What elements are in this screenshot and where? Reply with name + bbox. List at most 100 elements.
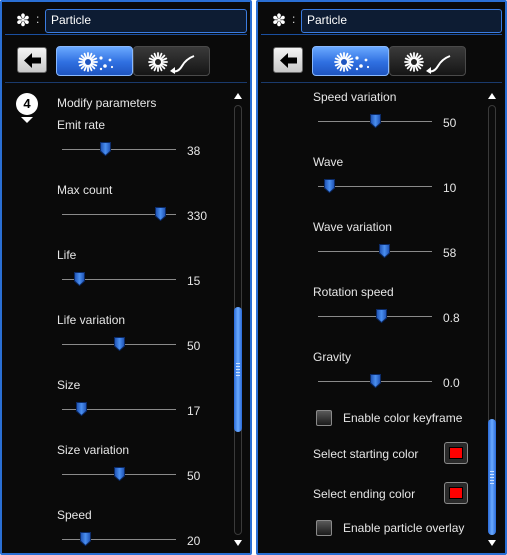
- particle-path-icon: [148, 52, 195, 74]
- slider-thumb[interactable]: [76, 402, 88, 417]
- tab-particle-path[interactable]: [133, 46, 210, 76]
- title-bar: ✽ : Particle: [5, 5, 247, 35]
- title-field[interactable]: Particle: [301, 9, 502, 33]
- slider-thumb[interactable]: [79, 532, 91, 547]
- param-label: Speed: [57, 508, 92, 522]
- scroll-down-icon[interactable]: [488, 540, 496, 546]
- particle-emitter-icon: [334, 52, 370, 72]
- slider-thumb[interactable]: [379, 244, 391, 259]
- scrollbar-grip: [236, 369, 240, 371]
- param-slider[interactable]: [62, 337, 176, 353]
- scrollbar-grip: [490, 473, 494, 475]
- scrollbar-grip: [490, 476, 494, 478]
- param-label: Speed variation: [313, 90, 397, 104]
- param-value: 50: [187, 469, 201, 483]
- slider-track[interactable]: [318, 251, 432, 252]
- param-slider[interactable]: [62, 402, 176, 418]
- title-colon: :: [292, 12, 296, 26]
- tab-particle-emitter[interactable]: [312, 46, 389, 76]
- slider-thumb[interactable]: [114, 337, 125, 352]
- particle-panel-left: ✽ : Particle 4 Modify parameters Emit ra…: [0, 0, 252, 555]
- enable-particle-overlay-label: Enable particle overlay: [343, 521, 465, 535]
- starting-color-button[interactable]: [444, 442, 468, 464]
- enable-color-keyframe-checkbox[interactable]: [316, 410, 332, 426]
- back-arrow-icon: [280, 53, 297, 68]
- param-slider[interactable]: [318, 114, 432, 130]
- parameters-list: Speed variation 50 Wave 10 Wave variation 58 R…: [258, 84, 505, 553]
- enable-color-keyframe-label: Enable color keyframe: [343, 411, 463, 425]
- scrollbar-grip: [236, 366, 240, 368]
- param-value: 58: [443, 246, 457, 260]
- snowflake-icon: ✽: [15, 11, 31, 30]
- scroll-up-icon[interactable]: [488, 93, 496, 99]
- select-ending-color-label: Select ending color: [313, 487, 416, 501]
- snowflake-icon: ✽: [271, 11, 287, 30]
- scrollbar-grip: [490, 470, 494, 472]
- param-label: Gravity: [313, 350, 352, 364]
- param-value: 0.0: [443, 376, 460, 390]
- tab-particle-emitter[interactable]: [56, 46, 133, 76]
- param-label: Wave variation: [313, 220, 392, 234]
- param-label: Max count: [57, 183, 113, 197]
- enable-particle-overlay-checkbox[interactable]: [316, 520, 332, 536]
- scrollbar-grip: [490, 479, 494, 481]
- particle-panel-right: ✽ : Particle Speed variation 50 Wave 10 …: [256, 0, 507, 555]
- scrollbar-thumb[interactable]: [488, 418, 496, 535]
- param-slider[interactable]: [318, 374, 432, 390]
- scrollbar-grip: [236, 375, 240, 377]
- param-slider[interactable]: [62, 272, 176, 288]
- back-button[interactable]: [273, 47, 303, 73]
- scroll-down-icon[interactable]: [234, 540, 242, 546]
- section-title: Modify parameters: [57, 96, 157, 110]
- starting-color-swatch: [449, 447, 463, 459]
- separator: [5, 82, 247, 83]
- parameters-list: 4 Modify parameters Emit rate 38 Max count…: [2, 84, 250, 553]
- scroll-up-icon[interactable]: [234, 93, 242, 99]
- param-slider[interactable]: [62, 142, 176, 158]
- title-field[interactable]: Particle: [45, 9, 247, 33]
- param-label: Size variation: [57, 443, 130, 457]
- toolbar: [2, 44, 250, 78]
- separator: [261, 82, 502, 83]
- param-label: Life variation: [57, 313, 126, 327]
- param-slider[interactable]: [62, 207, 176, 223]
- scrollbar-thumb[interactable]: [234, 307, 242, 432]
- slider-thumb[interactable]: [324, 179, 336, 194]
- param-label: Size: [57, 378, 81, 392]
- param-label: Emit rate: [57, 118, 106, 132]
- slider-thumb[interactable]: [375, 309, 387, 324]
- slider-track[interactable]: [62, 149, 176, 150]
- ending-color-swatch: [449, 487, 463, 499]
- param-value: 50: [187, 339, 201, 353]
- param-label: Life: [57, 248, 77, 262]
- param-slider[interactable]: [62, 467, 176, 483]
- slider-thumb[interactable]: [100, 142, 112, 157]
- back-arrow-icon: [24, 53, 41, 68]
- slider-thumb[interactable]: [114, 467, 125, 482]
- slider-thumb[interactable]: [370, 374, 381, 389]
- slider-thumb[interactable]: [74, 272, 86, 287]
- param-value: 0.8: [443, 311, 460, 325]
- param-value: 330: [187, 209, 208, 223]
- scrollbar[interactable]: [485, 88, 499, 549]
- param-slider[interactable]: [318, 309, 432, 325]
- slider-thumb[interactable]: [155, 207, 167, 222]
- tab-particle-path[interactable]: [389, 46, 466, 76]
- select-starting-color-label: Select starting color: [313, 447, 419, 461]
- param-slider[interactable]: [318, 244, 432, 260]
- title-colon: :: [36, 12, 40, 26]
- collapse-arrow-icon[interactable]: [21, 117, 33, 123]
- param-value: 50: [443, 116, 457, 130]
- param-slider[interactable]: [318, 179, 432, 195]
- title-bar: ✽ : Particle: [261, 5, 502, 35]
- param-slider[interactable]: [62, 532, 176, 548]
- param-label: Wave: [313, 155, 344, 169]
- ending-color-button[interactable]: [444, 482, 468, 504]
- param-label: Rotation speed: [313, 285, 394, 299]
- param-value: 15: [187, 274, 201, 288]
- back-button[interactable]: [17, 47, 47, 73]
- scrollbar[interactable]: [231, 88, 245, 549]
- step-number-badge: 4: [16, 93, 38, 115]
- slider-thumb[interactable]: [370, 114, 381, 129]
- param-value: 17: [187, 404, 201, 418]
